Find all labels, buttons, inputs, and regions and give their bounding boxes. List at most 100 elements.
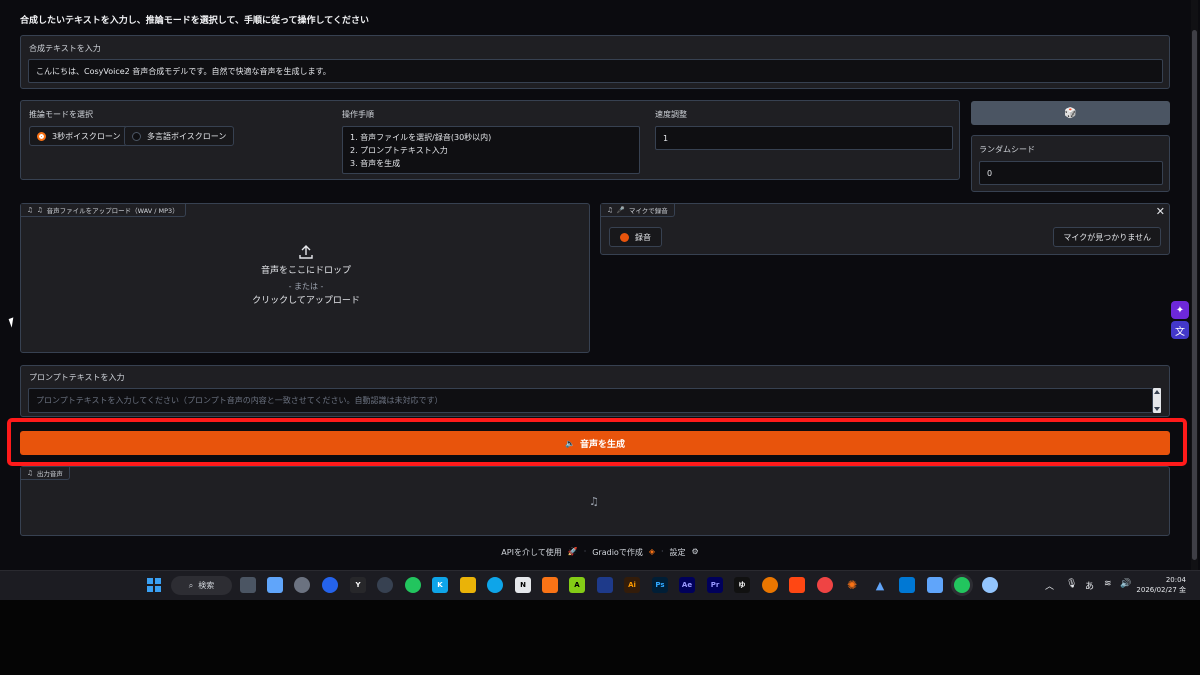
settings-link[interactable]: 設定 — [670, 547, 686, 558]
notepad-icon[interactable] — [927, 577, 943, 593]
offscreen-area — [0, 600, 1200, 675]
gear-icon: ⚙ — [691, 547, 699, 556]
footer: APIを介して使用 🚀 · Gradioで作成 ◈ · 設定 ⚙ — [0, 547, 1200, 558]
footer-separator: · — [583, 547, 587, 556]
music-note-icon: ♫ — [27, 206, 33, 214]
mic-tag: ♫ 🎤 マイクで録音 — [601, 204, 675, 217]
page-scrollbar[interactable] — [1191, 0, 1198, 570]
task-view-icon[interactable] — [240, 577, 256, 593]
mic-device-button[interactable]: マイクが見つかりません — [1053, 227, 1161, 247]
yu-app-icon[interactable]: ゆ — [734, 577, 750, 593]
yahoo-app-icon[interactable]: Y — [350, 577, 366, 593]
vscode-icon[interactable] — [899, 577, 915, 593]
taskbar-search[interactable]: ⌕ 検索 — [171, 576, 232, 595]
seed-input[interactable]: 0 — [979, 161, 1163, 185]
upload-click-text: クリックしてアップロード — [252, 296, 360, 306]
music-note-icon: ♫ — [589, 495, 599, 508]
taskbar-search-label: 検索 — [198, 581, 215, 590]
prompt-text-label: プロンプトテキストを入力 — [29, 373, 125, 382]
mic-device-label: マイクが見つかりません — [1063, 232, 1151, 242]
mode-label: 推論モードを選択 — [29, 110, 93, 119]
notion-icon[interactable]: N — [515, 577, 531, 593]
output-tag: ♫ 出力音声 — [21, 467, 70, 480]
upload-dropzone[interactable]: 音声をここにドロップ - または - クリックしてアップロード — [21, 244, 591, 309]
prompt-text-block: プロンプトテキストを入力 プロンプトテキストを入力してください（プロンプト音声の… — [20, 365, 1170, 417]
upload-tag-label: 音声ファイルをアップロード（WAV / MP3） — [46, 207, 179, 215]
microphone-tray-icon[interactable]: 🎙 — [1066, 579, 1077, 589]
clock[interactable]: 20:04 2026/02/27 金 — [1136, 575, 1186, 595]
gradio-logo-icon: ◈ — [648, 547, 655, 556]
arrow-app-icon[interactable]: ▲ — [872, 577, 888, 593]
settings-app-icon[interactable] — [294, 577, 310, 593]
circle-app-icon[interactable] — [982, 577, 998, 593]
radio-unselected-icon — [132, 131, 141, 141]
page-title: 合成したいテキストを入力し、推論モードを選択して、手順に従って操作してください — [20, 16, 370, 26]
tts-text-label: 合成テキストを入力 — [29, 44, 101, 53]
photoshop-icon[interactable]: Ps — [652, 577, 668, 593]
radio-selected-icon — [37, 131, 46, 141]
ime-indicator[interactable]: あ — [1085, 579, 1094, 592]
scroll-down-icon[interactable] — [1154, 407, 1160, 411]
upload-block[interactable]: ♫ ♫ 音声ファイルをアップロード（WAV / MP3） 音声をここにドロップ … — [20, 203, 590, 353]
illustrator-icon[interactable]: Ai — [624, 577, 640, 593]
chrome-active-icon[interactable] — [954, 577, 970, 593]
speed-label: 速度調整 — [655, 110, 687, 119]
random-seed-button[interactable]: 🎲 — [971, 101, 1170, 125]
mode-option-3sec[interactable]: 3秒ボイスクローン — [29, 126, 129, 146]
after-effects-icon[interactable]: Ae — [679, 577, 695, 593]
chrome-icon[interactable] — [817, 577, 833, 593]
seed-block: ランダムシード 0 — [971, 135, 1170, 192]
k-app-icon[interactable]: K — [432, 577, 448, 593]
dice-icon: 🎲 — [1064, 107, 1077, 119]
volume-icon[interactable]: 🔊 — [1120, 579, 1131, 589]
record-label: 録音 — [635, 232, 651, 242]
upload-tag: ♫ ♫ 音声ファイルをアップロード（WAV / MP3） — [21, 204, 186, 217]
taskbar: ⌕ 検索 Y K N A Ai Ps Ae Pr ゆ ✺ ▲ ︿ 🎙 あ ≋ 🔊… — [0, 570, 1200, 600]
edge-icon[interactable] — [487, 577, 503, 593]
chrome-dev-icon[interactable] — [377, 577, 393, 593]
tts-text-input[interactable]: こんにちは、CosyVoice2 音声合成モデルです。自然で快適な音声を生成しま… — [28, 59, 1163, 83]
windows-start-icon[interactable] — [146, 577, 162, 593]
desktop-icon[interactable] — [267, 577, 283, 593]
output-block: ♫ 出力音声 ♫ — [20, 466, 1170, 536]
app-window: 合成したいテキストを入力し、推論モードを選択して、手順に従って操作してください … — [0, 0, 1200, 570]
step-line: 2. プロンプトテキスト入力 — [350, 145, 448, 155]
daz-icon[interactable] — [597, 577, 613, 593]
api-link[interactable]: APIを介して使用 — [501, 547, 561, 558]
mic-block: ♫ 🎤 マイクで録音 ✕ 録音 マイクが見つかりません — [600, 203, 1170, 255]
scrollbar-thumb[interactable] — [1192, 30, 1197, 560]
folder-icon[interactable] — [460, 577, 476, 593]
microphone-icon: 🎤 — [616, 206, 625, 214]
upload-drop-text: 音声をここにドロップ — [260, 266, 351, 276]
shield-app-icon[interactable] — [322, 577, 338, 593]
upload-or-text: - または - — [288, 282, 324, 291]
steps-box: 1. 音声ファイルを選択/録音(30秒以内) 2. プロンプトテキスト入力 3.… — [342, 126, 640, 174]
gradio-link[interactable]: Gradioで作成 — [592, 547, 643, 558]
premiere-icon[interactable]: Pr — [707, 577, 723, 593]
mode-option-multilingual[interactable]: 多言語ボイスクローン — [124, 126, 235, 146]
translate-icon[interactable]: 文 — [1171, 321, 1189, 339]
music-note-icon: ♫ — [27, 469, 33, 477]
houdini-icon[interactable] — [789, 577, 805, 593]
a-app-icon[interactable]: A — [569, 577, 585, 593]
close-icon[interactable]: ✕ — [1156, 205, 1165, 218]
extension-icon[interactable]: ✦ — [1171, 301, 1189, 319]
prompt-text-input[interactable]: プロンプトテキストを入力してください（プロンプト音声の内容と一致させてください。… — [28, 388, 1153, 413]
record-button[interactable]: 録音 — [609, 227, 662, 247]
blender-icon[interactable] — [762, 577, 778, 593]
scroll-up-icon[interactable] — [1154, 390, 1160, 394]
search-icon: ⌕ — [188, 580, 194, 590]
burst-app-icon[interactable]: ✺ — [844, 577, 860, 593]
settings-block: 推論モードを選択 3秒ボイスクローン 多言語ボイスクローン 操作手順 1. 音声… — [20, 100, 960, 180]
upload-icon — [21, 244, 591, 260]
mic-tag-label: マイクで録音 — [628, 207, 668, 215]
speed-input[interactable]: 1 — [655, 126, 953, 150]
mode-option-label: 3秒ボイスクローン — [52, 131, 121, 141]
wifi-icon[interactable]: ≋ — [1104, 579, 1112, 589]
clock-time: 20:04 — [1165, 576, 1186, 584]
clock-date: 2026/02/27 金 — [1136, 586, 1186, 594]
line-app-icon[interactable] — [405, 577, 421, 593]
prompt-scrollbar[interactable] — [1153, 388, 1161, 413]
tray-chevron-icon[interactable]: ︿ — [1045, 579, 1054, 592]
fl-studio-icon[interactable] — [542, 577, 558, 593]
